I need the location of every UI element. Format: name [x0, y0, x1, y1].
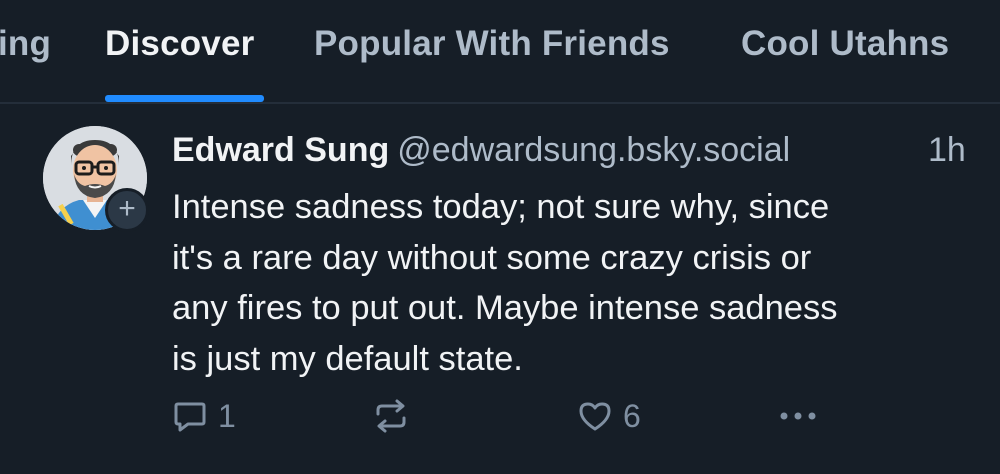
- post-text-line: Intense sadness today; not sure why, sin…: [172, 188, 830, 226]
- tab-popular-with-friends[interactable]: Popular With Friends: [314, 24, 670, 64]
- post-actions: 1 6: [0, 390, 1000, 442]
- avatar-container: +: [43, 126, 149, 232]
- author-handle[interactable]: @edwardsung.bsky.social: [397, 131, 790, 169]
- active-tab-indicator: [105, 95, 264, 102]
- feed-tab-bar: ing Discover Popular With Friends Cool U…: [0, 0, 1000, 104]
- tab-following[interactable]: ing: [0, 24, 51, 64]
- post-body: Intense sadness today; not sure why, sin…: [172, 182, 972, 384]
- tab-cool-utahns[interactable]: Cool Utahns: [741, 24, 949, 64]
- feed-page: ing Discover Popular With Friends Cool U…: [0, 0, 1000, 474]
- feed-post[interactable]: + Edward Sung @edwardsung.bsky.social 1h …: [0, 104, 1000, 474]
- tab-discover[interactable]: Discover: [105, 24, 254, 64]
- repost-button[interactable]: [372, 390, 410, 442]
- post-text-line: is just my default state.: [172, 339, 523, 378]
- reply-button[interactable]: 1: [172, 390, 236, 442]
- like-count: 6: [623, 397, 641, 434]
- follow-button[interactable]: +: [105, 188, 149, 232]
- more-options-button[interactable]: [776, 390, 820, 442]
- author-name[interactable]: Edward Sung: [172, 131, 389, 169]
- post-meta: Edward Sung @edwardsung.bsky.social: [172, 131, 972, 170]
- post-text-line: any fires to put out. Maybe intense sadn…: [172, 289, 838, 327]
- heart-icon: [579, 402, 611, 431]
- like-button[interactable]: 6: [577, 390, 641, 442]
- post-text-line: it's a rare day without some crazy crisi…: [172, 238, 812, 277]
- post-timestamp[interactable]: 1h: [928, 131, 966, 170]
- reply-icon: [174, 402, 206, 432]
- repost-icon: [376, 399, 406, 433]
- reply-count: 1: [218, 397, 236, 434]
- more-options-icon: [780, 412, 816, 420]
